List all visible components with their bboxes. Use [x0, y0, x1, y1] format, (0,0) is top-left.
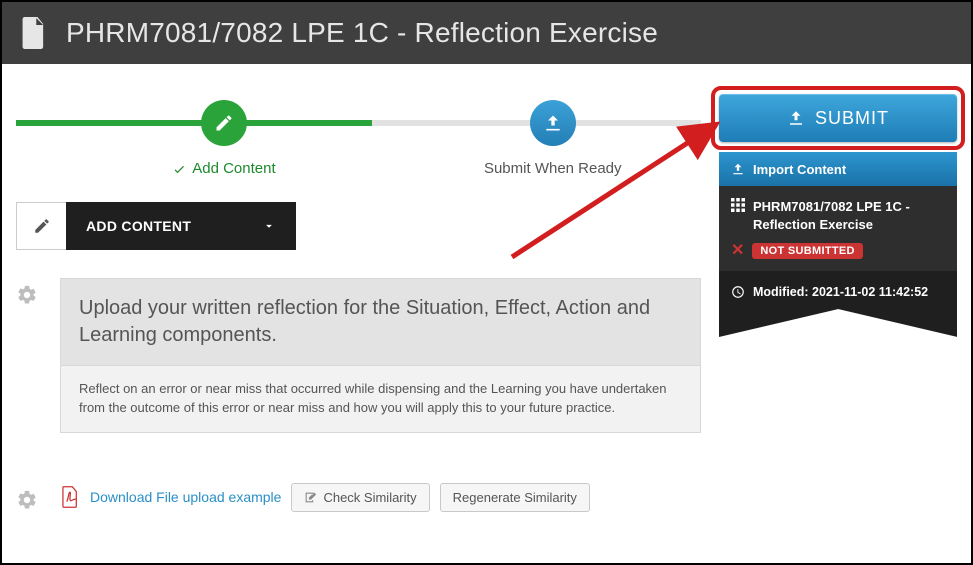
- add-content-dropdown[interactable]: ADD CONTENT: [66, 202, 296, 250]
- page-header: PHRM7081/7082 LPE 1C - Reflection Exerci…: [2, 2, 971, 64]
- edit-tab-icon[interactable]: [16, 202, 66, 250]
- upload-icon: [787, 109, 805, 127]
- modified-value: 2021-11-02 11:42:52: [812, 285, 928, 299]
- import-content-button[interactable]: Import Content: [719, 152, 957, 186]
- step-add-content-icon: [201, 100, 247, 146]
- pdf-icon: [60, 486, 80, 508]
- check-similarity-button[interactable]: Check Similarity: [291, 483, 429, 512]
- progress-stepper: Add Content Submit When Ready: [16, 94, 701, 174]
- submit-button[interactable]: SUBMIT: [719, 94, 957, 142]
- gear-icon[interactable]: [16, 278, 44, 433]
- regenerate-similarity-button[interactable]: Regenerate Similarity: [440, 483, 590, 512]
- instructions-heading: Upload your written reflection for the S…: [79, 295, 682, 349]
- check-icon: [172, 162, 186, 176]
- modified-label: Modified:: [753, 285, 809, 299]
- instructions-body-panel: Reflect on an error or near miss that oc…: [60, 365, 701, 433]
- edit-box-icon: [304, 491, 317, 504]
- step-add-content-label: Add Content: [172, 160, 275, 177]
- chevron-down-icon: [262, 219, 276, 233]
- x-icon: ✕: [731, 243, 744, 259]
- instructions-heading-panel: Upload your written reflection for the S…: [60, 278, 701, 365]
- submit-label: SUBMIT: [815, 108, 889, 129]
- clock-icon: [731, 285, 745, 299]
- grid-icon: [731, 198, 745, 212]
- submission-item-title: PHRM7081/7082 LPE 1C - Reflection Exerci…: [753, 198, 945, 233]
- step-submit-label: Submit When Ready: [484, 160, 622, 177]
- instructions-body: Reflect on an error or near miss that oc…: [79, 381, 667, 415]
- document-icon: [20, 17, 48, 49]
- import-content-label: Import Content: [753, 162, 846, 177]
- step-submit-icon: [530, 100, 576, 146]
- gear-icon[interactable]: [16, 483, 44, 512]
- status-badge: NOT SUBMITTED: [752, 243, 862, 259]
- page-title: PHRM7081/7082 LPE 1C - Reflection Exerci…: [66, 17, 658, 49]
- upload-icon: [731, 162, 745, 176]
- modified-info: Modified: 2021-11-02 11:42:52: [719, 271, 957, 309]
- download-example-link[interactable]: Download File upload example: [90, 489, 281, 505]
- submission-status-block: PHRM7081/7082 LPE 1C - Reflection Exerci…: [719, 186, 957, 271]
- add-content-label: ADD CONTENT: [86, 218, 191, 234]
